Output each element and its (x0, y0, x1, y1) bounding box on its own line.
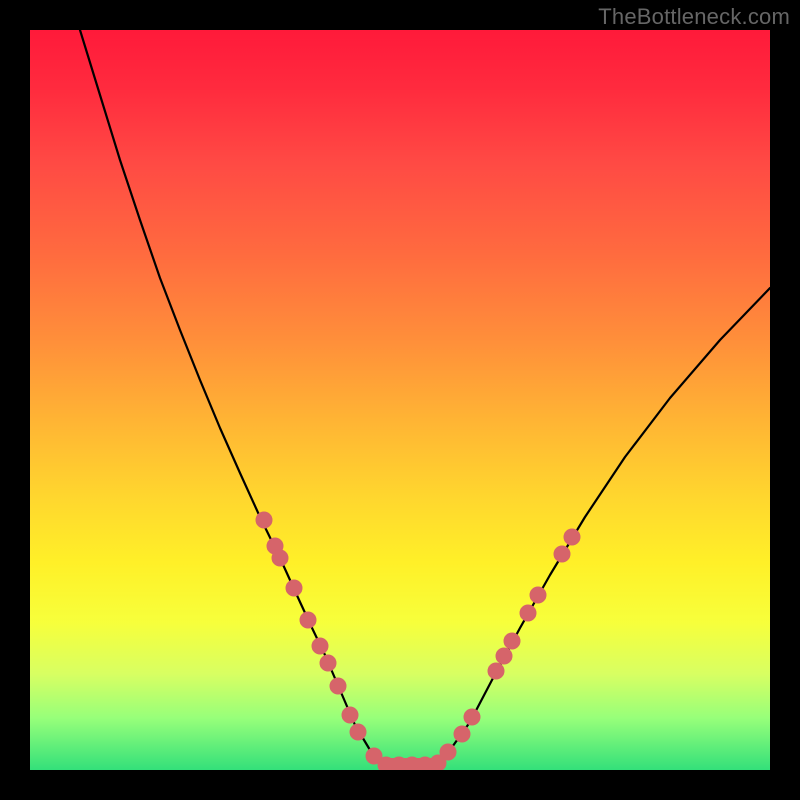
data-marker (300, 612, 316, 628)
data-marker (488, 663, 504, 679)
bottleneck-curve-chart (30, 30, 770, 770)
data-marker (256, 512, 272, 528)
chart-frame: TheBottleneck.com (0, 0, 800, 800)
data-marker (440, 744, 456, 760)
plot-area (30, 30, 770, 770)
watermark-text: TheBottleneck.com (598, 4, 790, 30)
data-marker (286, 580, 302, 596)
data-marker (342, 707, 358, 723)
data-marker (320, 655, 336, 671)
data-marker (272, 550, 288, 566)
data-marker (454, 726, 470, 742)
data-marker (312, 638, 328, 654)
data-marker (504, 633, 520, 649)
curve-right-curve (435, 288, 770, 765)
data-marker (554, 546, 570, 562)
data-marker (350, 724, 366, 740)
data-marker (330, 678, 346, 694)
data-marker (530, 587, 546, 603)
curve-left-curve (80, 30, 385, 765)
data-marker (564, 529, 580, 545)
data-marker (496, 648, 512, 664)
data-marker (520, 605, 536, 621)
data-marker (464, 709, 480, 725)
